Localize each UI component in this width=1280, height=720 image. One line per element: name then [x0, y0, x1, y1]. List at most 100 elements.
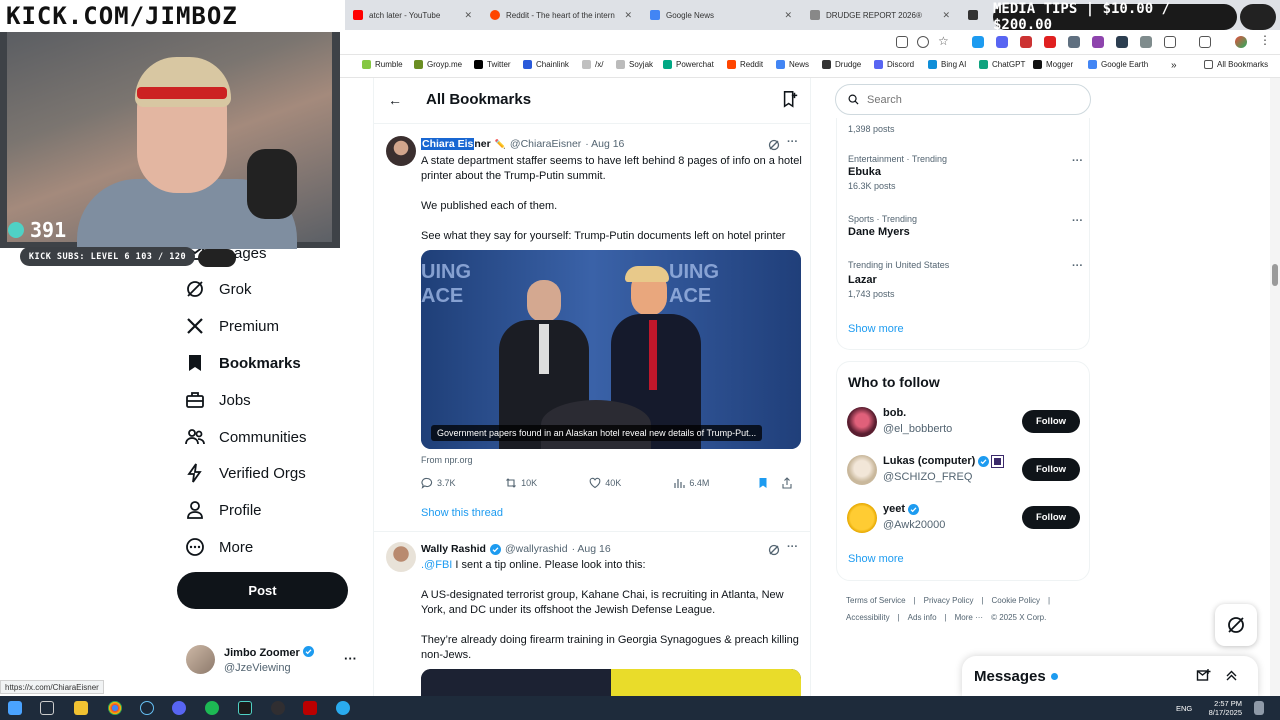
scrollbar-thumb[interactable]	[1272, 264, 1278, 286]
avatar[interactable]	[386, 542, 416, 572]
extension-icon[interactable]	[1020, 36, 1032, 48]
bookmark-item[interactable]: Reddit	[727, 60, 763, 69]
language-indicator[interactable]: ENG	[1176, 704, 1192, 713]
close-icon[interactable]: ✕	[942, 10, 950, 21]
trend-item[interactable]: Entertainment · Trending Ebuka 16.3K pos…	[848, 154, 947, 191]
search-box[interactable]	[835, 84, 1091, 115]
footer-link[interactable]: © 2025 X Corp.	[991, 613, 1046, 622]
cast-icon[interactable]	[896, 36, 908, 48]
tweet-date[interactable]: · Aug 16	[585, 138, 624, 150]
footer-link[interactable]: Ads info	[908, 613, 937, 622]
nav-profile[interactable]: Profile	[185, 500, 262, 520]
bookmark-item[interactable]: Drudge	[822, 60, 861, 69]
author-handle[interactable]: @ChiaraEisner	[510, 138, 581, 150]
show-more-link[interactable]: Show more	[848, 553, 904, 565]
close-icon[interactable]: ✕	[624, 10, 632, 21]
bookmark-item[interactable]: Powerchat	[663, 60, 714, 69]
file-explorer-icon[interactable]	[74, 701, 88, 715]
new-message-icon[interactable]	[1196, 668, 1211, 683]
zoom-icon[interactable]	[917, 36, 929, 48]
tweet-date[interactable]: · Aug 16	[572, 543, 611, 555]
extension-icon[interactable]	[1068, 36, 1080, 48]
sidepanel-icon[interactable]	[1199, 36, 1211, 48]
footer-link[interactable]: Terms of Service	[846, 596, 906, 605]
grok-icon[interactable]	[768, 139, 780, 151]
extension-icon[interactable]	[996, 36, 1008, 48]
footer-link[interactable]: More ···	[955, 613, 983, 622]
follow-suggestion[interactable]: Lukas (computer) @SCHIZO_FREQ Follow	[847, 454, 1081, 489]
show-more-link[interactable]: Show more	[848, 323, 904, 335]
chevron-up-icon[interactable]	[1224, 668, 1239, 683]
browser-tab-youtube[interactable]: atch later - YouTube ✕	[345, 3, 480, 27]
extension-icon[interactable]	[1140, 36, 1152, 48]
tweet-image[interactable]	[421, 669, 801, 698]
browser-tab-reddit[interactable]: Reddit - The heart of the intern ✕	[482, 3, 640, 27]
avatar[interactable]	[386, 136, 416, 166]
more-dots-icon[interactable]: ···	[1072, 155, 1083, 167]
follow-button[interactable]: Follow	[1022, 458, 1080, 481]
bookmark-item[interactable]: Mogger	[1033, 60, 1073, 69]
mention-link[interactable]: .@FBI	[421, 559, 452, 571]
footer-link[interactable]: Accessibility	[846, 613, 890, 622]
clock[interactable]: 2:57 PM 8/17/2025	[1196, 699, 1242, 717]
follow-button[interactable]: Follow	[1022, 506, 1080, 529]
share-button[interactable]	[781, 477, 801, 489]
extension-icon[interactable]	[972, 36, 984, 48]
nav-verified-orgs[interactable]: Verified Orgs	[185, 463, 306, 483]
more-dots-icon[interactable]: ···	[787, 136, 798, 148]
link-source[interactable]: From npr.org	[421, 455, 473, 465]
author-name[interactable]: Chiara Eisner	[421, 138, 491, 150]
close-icon[interactable]: ✕	[464, 10, 472, 21]
nav-jobs[interactable]: Jobs	[185, 390, 251, 410]
nav-more[interactable]: More	[185, 537, 253, 557]
bookmark-item[interactable]: Chainlink	[523, 60, 569, 69]
footer-link[interactable]: Cookie Policy	[992, 596, 1040, 605]
notification-icon[interactable]	[1254, 701, 1264, 715]
trend-item[interactable]: 1,398 posts	[848, 124, 895, 134]
extension-icon[interactable]	[1044, 36, 1056, 48]
bookmark-item[interactable]: Groyp.me	[414, 60, 462, 69]
nav-grok[interactable]: Grok	[185, 279, 252, 299]
puzzle-icon[interactable]	[1164, 36, 1176, 48]
extension-icon[interactable]	[1092, 36, 1104, 48]
avatar[interactable]	[847, 407, 877, 437]
bookmark-item[interactable]: Soyjak	[616, 60, 653, 69]
grok-icon[interactable]	[768, 544, 780, 556]
trend-item[interactable]: Trending in United States Lazar 1,743 po…	[848, 260, 949, 299]
obs-icon[interactable]	[271, 701, 285, 715]
back-arrow-icon[interactable]: ←	[388, 92, 402, 108]
like-button[interactable]: 40K	[589, 477, 673, 489]
spotify-icon[interactable]	[205, 701, 219, 715]
bookmark-item[interactable]: Discord	[874, 60, 914, 69]
nav-communities[interactable]: Communities	[185, 427, 307, 447]
more-dots-icon[interactable]: ···	[787, 541, 798, 553]
post-button[interactable]: Post	[177, 572, 348, 609]
bookmark-item[interactable]: Twitter	[474, 60, 511, 69]
search-input[interactable]	[867, 93, 1067, 106]
follow-suggestion[interactable]: yeet @Awk20000 Follow	[847, 503, 1081, 537]
reply-button[interactable]: 3.7K	[421, 477, 505, 489]
more-dots-icon[interactable]: ···	[1072, 260, 1083, 272]
extension-icon[interactable]	[1116, 36, 1128, 48]
task-view-icon[interactable]	[40, 701, 54, 715]
bookmark-item[interactable]: News	[776, 60, 809, 69]
tweet[interactable]: Wally Rashid @wallyrashid · Aug 16 ··· .…	[374, 536, 810, 698]
author-name[interactable]: Wally Rashid	[421, 543, 486, 555]
add-bookmark-folder-icon[interactable]	[781, 90, 799, 108]
nav-bookmarks[interactable]: Bookmarks	[185, 353, 301, 373]
link-card-image[interactable]: UING ACE UING ACE Government papers found …	[421, 250, 801, 449]
steam-icon[interactable]	[140, 701, 154, 715]
bookmark-button[interactable]	[757, 477, 781, 489]
chevron-right-icon[interactable]: »	[1171, 60, 1177, 71]
account-switcher[interactable]: Jimbo Zoomer @JzeViewing ···	[186, 645, 361, 677]
bookmark-item[interactable]: Rumble	[362, 60, 403, 69]
follow-button[interactable]: Follow	[1022, 410, 1080, 433]
browser-tab-google-news[interactable]: Google News ✕	[642, 3, 800, 27]
discord-icon[interactable]	[172, 701, 186, 715]
follow-suggestion[interactable]: bob. @el_bobberto Follow	[847, 407, 1081, 441]
chrome-icon[interactable]	[108, 701, 122, 715]
nav-premium[interactable]: Premium	[185, 316, 279, 336]
trend-item[interactable]: Sports · Trending Dane Myers	[848, 214, 917, 238]
scrollbar[interactable]	[1270, 78, 1280, 696]
close-icon[interactable]: ✕	[784, 10, 792, 21]
